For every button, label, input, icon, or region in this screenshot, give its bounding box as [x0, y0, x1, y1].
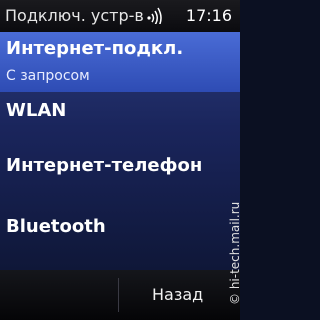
connections-list: Интернет-подкл. С запросом WLAN Интернет… — [0, 32, 240, 270]
list-item-internet-phone[interactable]: Интернет-телефон — [0, 152, 240, 212]
list-item-label: Интернет-подкл. — [6, 38, 184, 59]
signal-waves-icon — [147, 7, 162, 24]
watermark: © hi-tech.mail.ru — [228, 201, 242, 305]
back-button[interactable]: Назад — [152, 285, 203, 304]
list-item-label: Интернет-телефон — [6, 155, 203, 176]
list-item-sublabel: С запросом — [6, 68, 90, 84]
list-item-wlan[interactable]: WLAN — [0, 92, 240, 152]
softkey-divider — [118, 278, 119, 312]
status-title: Подключ. устр-в — [5, 6, 144, 25]
status-bar: Подключ. устр-в 17:16 — [0, 0, 240, 32]
list-item-internet-connection[interactable]: Интернет-подкл. С запросом — [0, 32, 240, 92]
list-item-label: WLAN — [6, 100, 67, 121]
list-item-bluetooth[interactable]: Bluetooth — [0, 212, 240, 272]
list-item-label: Bluetooth — [6, 216, 106, 237]
softkey-bar: Назад — [0, 270, 240, 320]
status-time: 17:16 — [185, 6, 232, 25]
